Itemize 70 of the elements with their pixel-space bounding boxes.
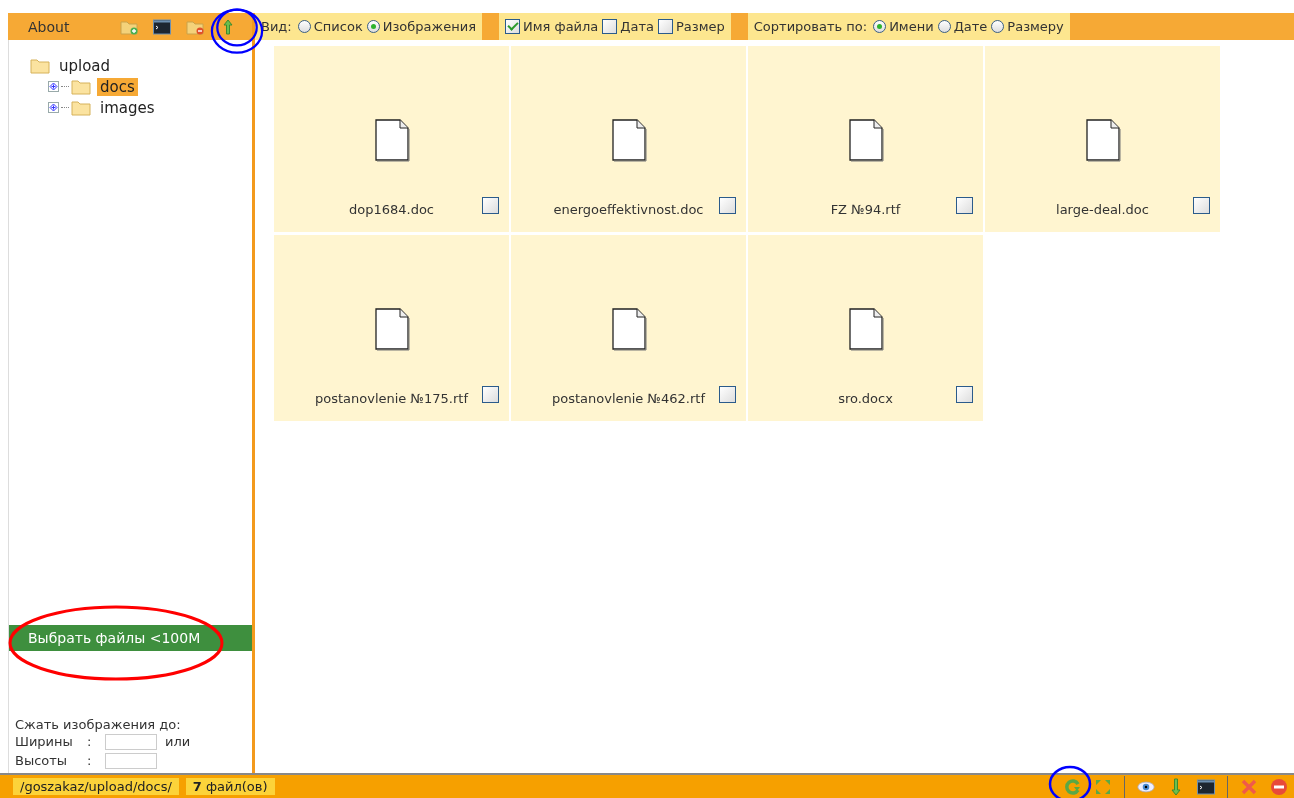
file-name: FZ №94.rtf xyxy=(830,202,901,217)
folder-item[interactable]: images xyxy=(97,98,158,117)
folder-item[interactable]: docs xyxy=(97,77,138,96)
file-checkbox[interactable] xyxy=(719,386,736,403)
file-checkbox[interactable] xyxy=(956,386,973,403)
show-option-label[interactable]: Дата xyxy=(620,19,654,34)
file-tile[interactable]: dop1684.doc xyxy=(274,46,509,232)
terminal-icon[interactable] xyxy=(1197,777,1215,796)
expand-icon[interactable] xyxy=(48,102,59,113)
document-icon xyxy=(1083,118,1122,162)
document-icon xyxy=(609,307,648,351)
dimension-label: Высоты xyxy=(15,753,69,768)
remove-icon[interactable] xyxy=(1270,777,1288,796)
file-checkbox[interactable] xyxy=(482,386,499,403)
sort-radio[interactable] xyxy=(937,20,951,33)
file-tile[interactable]: large-deal.doc xyxy=(985,46,1220,232)
document-icon xyxy=(846,118,885,162)
file-checkbox[interactable] xyxy=(719,197,736,214)
folder-icon xyxy=(71,78,91,95)
show-checkbox[interactable] xyxy=(505,19,521,34)
file-name: postanovlenie №462.rtf xyxy=(552,391,705,406)
file-checkbox[interactable] xyxy=(956,197,973,214)
dimension-label: Ширины xyxy=(15,734,74,749)
sort-option-label[interactable]: Имени xyxy=(889,19,934,34)
sort-option-label[interactable]: Размеру xyxy=(1007,19,1064,34)
file-tile[interactable]: sro.docx xyxy=(748,235,983,421)
show-checkbox[interactable] xyxy=(658,19,673,34)
document-icon xyxy=(372,118,411,162)
or-label: или xyxy=(165,734,191,749)
terminal-icon[interactable] xyxy=(153,18,171,35)
file-tile[interactable]: postanovlenie №462.rtf xyxy=(511,235,746,421)
folder-icon xyxy=(30,57,50,74)
upload-button[interactable]: Выбрать файлы <100M xyxy=(9,625,252,651)
file-name: sro.docx xyxy=(838,391,893,406)
colon-label: : xyxy=(87,753,93,768)
current-path: /goszakaz/upload/docs/ xyxy=(13,778,179,795)
file-name: postanovlenie №175.rtf xyxy=(315,391,468,406)
file-checkbox[interactable] xyxy=(482,197,499,214)
show-option-label[interactable]: Размер xyxy=(676,19,725,34)
sort-radio[interactable] xyxy=(873,20,887,33)
folder-item[interactable]: upload xyxy=(56,56,114,75)
file-name: large-deal.doc xyxy=(1056,202,1149,217)
folder-icon xyxy=(71,99,91,116)
file-tile[interactable]: FZ №94.rtf xyxy=(748,46,983,232)
about-link[interactable]: About xyxy=(28,18,70,35)
file-tile[interactable]: postanovlenie №175.rtf xyxy=(274,235,509,421)
document-icon xyxy=(609,118,648,162)
sort-option-label[interactable]: Дате xyxy=(953,19,988,34)
file-count: 7 файл(ов) xyxy=(185,778,275,795)
view-radio[interactable] xyxy=(297,20,311,33)
file-checkbox[interactable] xyxy=(1193,197,1210,214)
view-option-label[interactable]: Изображения xyxy=(382,19,477,34)
file-name: dop1684.doc xyxy=(349,202,434,217)
view-option-label[interactable]: Список xyxy=(313,19,363,34)
expand-icon[interactable] xyxy=(48,81,59,92)
dimension-input[interactable] xyxy=(105,752,157,769)
view-radio[interactable] xyxy=(366,20,380,33)
show-checkbox[interactable] xyxy=(602,19,618,34)
delete-folder-icon[interactable] xyxy=(186,18,204,35)
view-label: Вид: xyxy=(261,19,292,34)
document-icon xyxy=(372,307,411,351)
document-icon xyxy=(846,307,885,351)
sort-label: Сортировать по: xyxy=(753,19,868,34)
resize-title: Сжать изображения до: xyxy=(15,717,182,732)
colon-label: : xyxy=(87,734,93,749)
sort-radio[interactable] xyxy=(991,20,1005,33)
file-tile[interactable]: energoeffektivnost.doc xyxy=(511,46,746,232)
show-option-label[interactable]: Имя файла xyxy=(523,19,599,34)
file-name: energoeffektivnost.doc xyxy=(553,202,704,217)
dimension-input[interactable] xyxy=(105,733,157,750)
